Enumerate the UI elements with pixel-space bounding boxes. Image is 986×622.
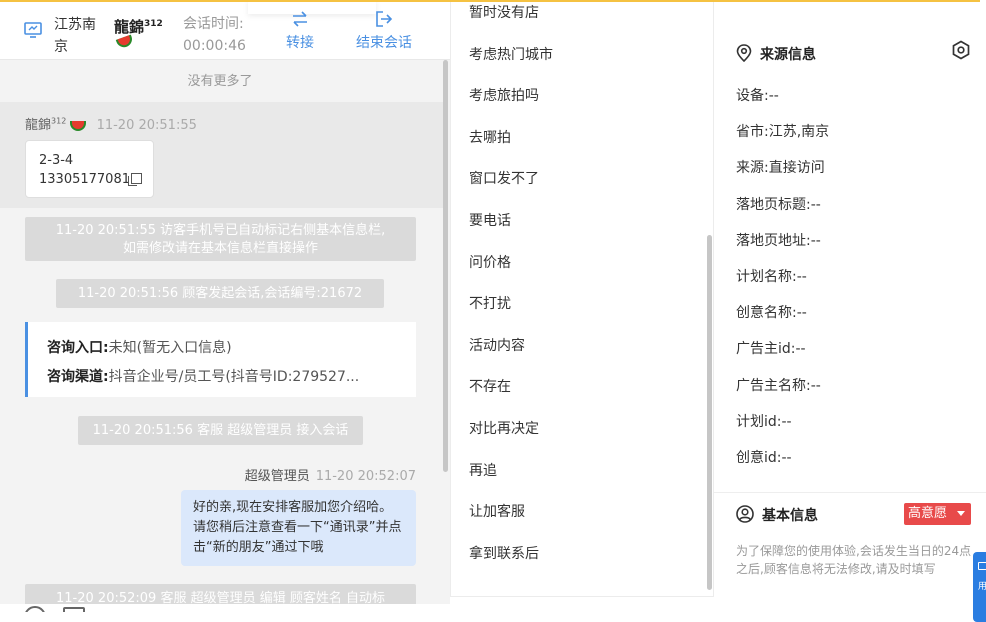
copy-icon[interactable] <box>127 173 142 186</box>
chat-message-list[interactable]: 没有更多了 龍錦312 11-20 20:51:55 2-3-4 1330517… <box>0 60 450 612</box>
basic-info-title-text: 基本信息 <box>762 508 818 524</box>
source-info-row: 来源:直接访问 <box>736 160 825 177</box>
settings-icon[interactable] <box>951 40 971 60</box>
caret-down-icon <box>957 511 965 516</box>
quick-reply-scrollbar[interactable] <box>707 235 712 590</box>
source-info-row: 广告主id:-- <box>736 341 806 358</box>
consult-entry-label: 咨询入口: <box>47 340 109 356</box>
chat-pane: 江苏南京 龍錦312 会话时间: 00:00:46 转接 结束会话 没有更多了 <box>0 2 450 612</box>
image-icon[interactable] <box>63 607 85 612</box>
visitor-name: 龍錦312 <box>114 16 163 37</box>
source-info-row: 创意名称:-- <box>736 305 807 322</box>
visitor-phone-number: 13305177081 <box>39 172 130 187</box>
agent-message-bubble: 好的亲,现在安排客服加您介绍哈。请您稍后注意查看一下“通讯录”并点击“新的朋友”… <box>181 490 416 566</box>
system-note-phone-marked: 11-20 20:51:55 访客手机号已自动标记右侧基本信息栏, 如需修改请在… <box>25 217 416 261</box>
quick-reply-item[interactable]: 对比再决定 <box>469 418 539 438</box>
quick-reply-item[interactable]: 暂时没有店 <box>469 2 539 22</box>
quick-reply-item[interactable]: 窗口发不了 <box>469 168 539 188</box>
system-note-line2: 如需修改请在基本信息栏直接操作 <box>122 241 318 256</box>
quick-reply-item[interactable]: 不存在 <box>469 376 511 396</box>
intent-level-label: 高意愿 <box>908 506 948 521</box>
visitor-name-sup: 312 <box>144 19 163 29</box>
session-time-value: 00:00:46 <box>183 38 246 54</box>
basic-info-note: 为了保障您的使用体验,会话发生当日的24点之后,顾客信息将无法修改,请及时填写 <box>736 544 972 576</box>
visitor-message-name: 龍錦312 <box>25 116 67 133</box>
consult-channel-row: 咨询渠道:抖音企业号/员工号(抖音号ID:279527... <box>47 363 416 392</box>
transfer-label: 转接 <box>286 35 314 51</box>
quick-reply-item[interactable]: 要电话 <box>469 210 511 230</box>
quick-reply-item[interactable]: 问价格 <box>469 252 511 272</box>
session-time-label: 会话时间: <box>183 16 244 32</box>
source-info-row: 省市:江苏,南京 <box>736 124 830 141</box>
visitor-message-meta: 龍錦312 11-20 20:51:55 <box>25 114 197 133</box>
chat-scrollbar[interactable] <box>443 60 448 472</box>
no-more-hint: 没有更多了 <box>187 74 253 89</box>
transfer-icon <box>293 11 307 27</box>
consult-entry-row: 咨询入口:未知(暂无入口信息) <box>47 334 416 363</box>
visitor-message-line2-row: 13305177081 <box>39 170 153 189</box>
agent-message-name: 超级管理员 <box>244 469 310 484</box>
location-pin-icon <box>736 44 752 63</box>
quick-reply-item[interactable]: 拿到联系后 <box>469 543 539 563</box>
end-session-label: 结束会话 <box>356 35 412 51</box>
source-info-row: 广告主名称:-- <box>736 377 821 394</box>
visitor-message-time: 11-20 20:51:55 <box>96 118 197 133</box>
visitor-msg-name-sup: 312 <box>51 116 67 126</box>
visitor-message-line1: 2-3-4 <box>39 153 74 168</box>
side-tab-text: 用 <box>978 582 986 592</box>
visitor-msg-name-text: 龍錦 <box>25 118 52 133</box>
quick-reply-item[interactable]: 再追 <box>469 460 497 480</box>
system-note-agent-joined: 11-20 20:51:56 客服 超级管理员 接入会话 <box>78 416 363 445</box>
monitor-icon <box>24 22 42 38</box>
window-icon <box>978 562 986 570</box>
intent-level-dropdown[interactable]: 高意愿 <box>904 503 971 525</box>
quick-reply-item[interactable]: 让加客服 <box>469 501 525 521</box>
quick-reply-item[interactable]: 不打扰 <box>469 293 511 313</box>
session-time: 会话时间: 00:00:46 <box>183 13 246 57</box>
chat-header: 江苏南京 龍錦312 会话时间: 00:00:46 转接 结束会话 <box>0 2 450 60</box>
user-circle-icon <box>736 505 754 523</box>
consult-channel-value: 抖音企业号/员工号(抖音号ID:279527... <box>108 369 360 385</box>
basic-info-title: 基本信息 <box>736 505 818 525</box>
system-note-session-start: 11-20 20:51:56 顾客发起会话,会话编号:21672 <box>56 279 384 308</box>
source-info-row: 落地页标题:-- <box>736 196 821 213</box>
consult-info-card: 咨询入口:未知(暂无入口信息) 咨询渠道:抖音企业号/员工号(抖音号ID:279… <box>25 322 416 397</box>
quick-reply-item[interactable]: 去哪拍 <box>469 127 511 147</box>
consult-entry-value: 未知(暂无入口信息) <box>108 340 232 356</box>
visitor-message: 龍錦312 11-20 20:51:55 2-3-4 13305177081 <box>0 102 444 208</box>
source-info-row: 计划id:-- <box>736 413 792 430</box>
section-divider <box>714 492 986 493</box>
consult-channel-label: 咨询渠道: <box>47 369 109 385</box>
source-info-row: 创意id:-- <box>736 450 792 466</box>
customer-info-pane: 来源信息 设备:-- 省市:江苏,南京 来源:直接访问 落地页标题:-- 落地页地址:-… <box>714 2 986 612</box>
source-info-row: 设备:-- <box>736 88 779 104</box>
agent-message-time: 11-20 20:52:07 <box>315 469 416 484</box>
visitor-location: 江苏南京 <box>54 17 96 55</box>
quick-reply-footer <box>450 596 714 612</box>
source-info-title-text: 来源信息 <box>760 47 816 63</box>
logout-icon <box>376 11 393 27</box>
watermelon-icon <box>70 120 87 131</box>
visitor-name-text: 龍錦 <box>114 18 145 36</box>
visitor-message-bubble: 2-3-4 13305177081 <box>25 140 154 198</box>
agent-message-meta: 超级管理员 11-20 20:52:07 <box>0 465 416 484</box>
source-info-title: 来源信息 <box>736 44 816 64</box>
quick-reply-list: 暂时没有店考虑热门城市 考虑旅拍吗去哪拍窗口发不了要电话问价格不打扰活动内容不存在… <box>450 2 714 612</box>
source-info-row: 计划名称:-- <box>736 269 807 285</box>
quick-reply-item[interactable]: 考虑热门城市 <box>469 44 553 64</box>
source-info-row: 落地页地址:-- <box>736 232 821 249</box>
system-note-line1: 11-20 20:51:55 访客手机号已自动标记右侧基本信息栏, <box>55 223 386 238</box>
transfer-button[interactable]: 转接 <box>286 10 314 52</box>
end-session-button[interactable]: 结束会话 <box>356 10 412 52</box>
quick-reply-item[interactable]: 活动内容 <box>469 335 525 355</box>
quick-reply-item[interactable]: 考虑旅拍吗 <box>469 85 539 105</box>
